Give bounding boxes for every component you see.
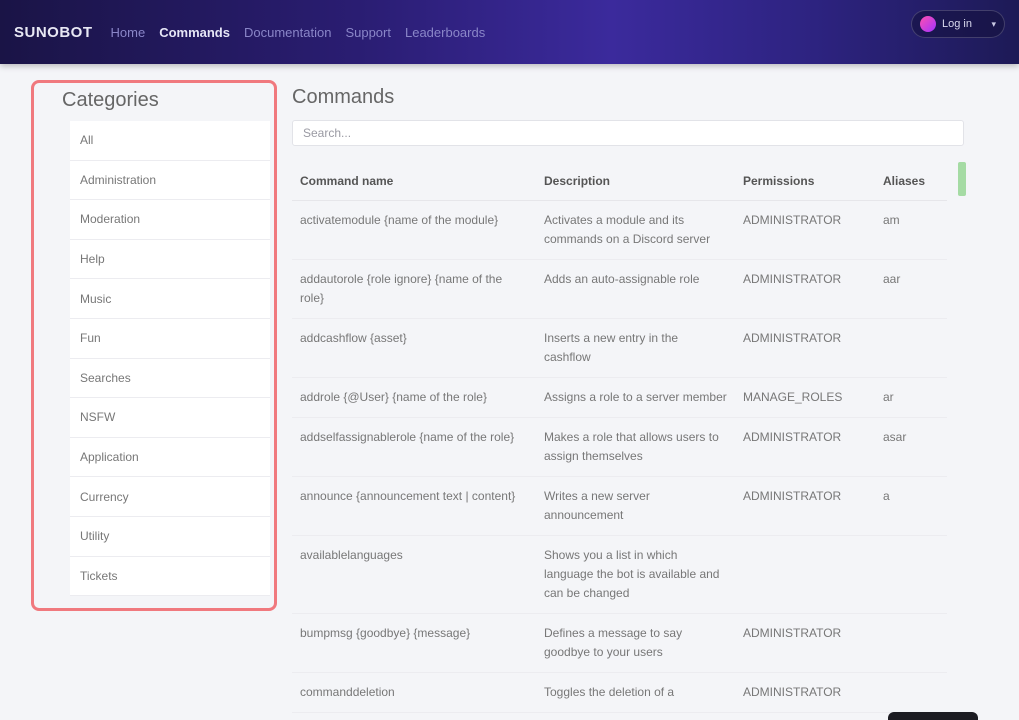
search-input[interactable] [292, 120, 964, 146]
column-header-description: Description [536, 162, 735, 201]
description-cell: Defines a message to say goodbye to your… [536, 613, 735, 673]
category-item-searches[interactable]: Searches [70, 359, 270, 399]
column-header-aliases: Aliases [875, 162, 947, 201]
category-list: All Administration Moderation Help Music… [70, 121, 270, 597]
command-name-cell: addselfassignablerole {name of the role} [292, 417, 536, 477]
table-row: addautorole {role ignore} {name of the r… [292, 259, 947, 319]
top-navbar: SUNOBOT Home Commands Documentation Supp… [0, 0, 1019, 64]
table-header-row: Command name Description Permissions Ali… [292, 162, 947, 201]
category-item-utility[interactable]: Utility [70, 517, 270, 557]
command-name-cell: announce {announcement text | content} [292, 476, 536, 536]
category-item-fun[interactable]: Fun [70, 319, 270, 359]
category-item-currency[interactable]: Currency [70, 477, 270, 517]
floating-widget-tab[interactable] [888, 712, 978, 720]
description-cell: Writes a new server announcement [536, 476, 735, 536]
category-item-help[interactable]: Help [70, 240, 270, 280]
brand-logo[interactable]: SUNOBOT [14, 24, 93, 41]
description-cell: Adds an auto-assignable role [536, 259, 735, 319]
category-item-application[interactable]: Application [70, 438, 270, 478]
user-name: Log in [942, 18, 972, 30]
chevron-down-icon: ▾ [991, 18, 996, 29]
table-row: addrole {@User} {name of the role} Assig… [292, 377, 947, 418]
aliases-cell [875, 613, 947, 673]
permissions-cell: ADMINISTRATOR [735, 613, 875, 673]
aliases-cell [875, 535, 947, 614]
command-name-cell: addautorole {role ignore} {name of the r… [292, 259, 536, 319]
user-menu-button[interactable]: Log in ▾ [911, 10, 1005, 38]
command-name-cell: addrole {@User} {name of the role} [292, 377, 536, 418]
table-row: commanddeletion Toggles the deletion of … [292, 672, 947, 713]
scroll-indicator[interactable] [958, 162, 966, 196]
aliases-cell: asar [875, 417, 947, 477]
description-cell: Assigns a role to a server member [536, 377, 735, 418]
nav-link-leaderboards[interactable]: Leaderboards [405, 25, 485, 40]
aliases-cell: a [875, 476, 947, 536]
aliases-cell: am [875, 200, 947, 260]
category-item-nsfw[interactable]: NSFW [70, 398, 270, 438]
table-row: addselfassignablerole {name of the role}… [292, 417, 947, 477]
nav-link-support[interactable]: Support [345, 25, 391, 40]
table-row: announce {announcement text | content} W… [292, 476, 947, 536]
category-item-moderation[interactable]: Moderation [70, 200, 270, 240]
permissions-cell [735, 535, 875, 614]
description-cell: Inserts a new entry in the cashflow [536, 318, 735, 378]
command-name-cell: availablelanguages [292, 535, 536, 614]
description-cell: Activates a module and its commands on a… [536, 200, 735, 260]
category-item-administration[interactable]: Administration [70, 161, 270, 201]
permissions-cell: ADMINISTRATOR [735, 200, 875, 260]
nav-link-home[interactable]: Home [111, 25, 146, 40]
aliases-cell: aar [875, 259, 947, 319]
description-cell: Makes a role that allows users to assign… [536, 417, 735, 477]
command-name-cell: commanddeletion [292, 672, 536, 713]
description-cell: Toggles the deletion of a [536, 672, 735, 713]
category-item-music[interactable]: Music [70, 279, 270, 319]
command-name-cell: addcashflow {asset} [292, 318, 536, 378]
nav-links: Home Commands Documentation Support Lead… [111, 25, 486, 40]
description-cell: Shows you a list in which language the b… [536, 535, 735, 614]
table-row: addcashflow {asset} Inserts a new entry … [292, 318, 947, 378]
permissions-cell: ADMINISTRATOR [735, 476, 875, 536]
permissions-cell: ADMINISTRATOR [735, 672, 875, 713]
column-header-command-name: Command name [292, 162, 536, 201]
table-row: activatemodule {name of the module} Acti… [292, 200, 947, 260]
category-item-all[interactable]: All [70, 121, 270, 161]
commands-table: Command name Description Permissions Ali… [292, 162, 947, 713]
page-title: Commands [292, 86, 395, 108]
categories-title: Categories [62, 89, 159, 111]
aliases-cell [875, 318, 947, 378]
command-name-cell: activatemodule {name of the module} [292, 200, 536, 260]
aliases-cell: ar [875, 377, 947, 418]
avatar [920, 16, 936, 32]
permissions-cell: ADMINISTRATOR [735, 417, 875, 477]
nav-link-commands[interactable]: Commands [159, 25, 230, 40]
permissions-cell: MANAGE_ROLES [735, 377, 875, 418]
categories-panel: Categories All Administration Moderation… [31, 80, 277, 611]
category-item-tickets[interactable]: Tickets [70, 557, 270, 597]
commands-section: Commands Command name Description Permis… [292, 80, 972, 720]
commands-table-wrap: Command name Description Permissions Ali… [292, 162, 947, 713]
table-row: availablelanguages Shows you a list in w… [292, 535, 947, 614]
permissions-cell: ADMINISTRATOR [735, 259, 875, 319]
column-header-permissions: Permissions [735, 162, 875, 201]
nav-link-documentation[interactable]: Documentation [244, 25, 331, 40]
aliases-cell [875, 672, 947, 713]
command-name-cell: bumpmsg {goodbye} {message} [292, 613, 536, 673]
permissions-cell: ADMINISTRATOR [735, 318, 875, 378]
table-row: bumpmsg {goodbye} {message} Defines a me… [292, 613, 947, 673]
